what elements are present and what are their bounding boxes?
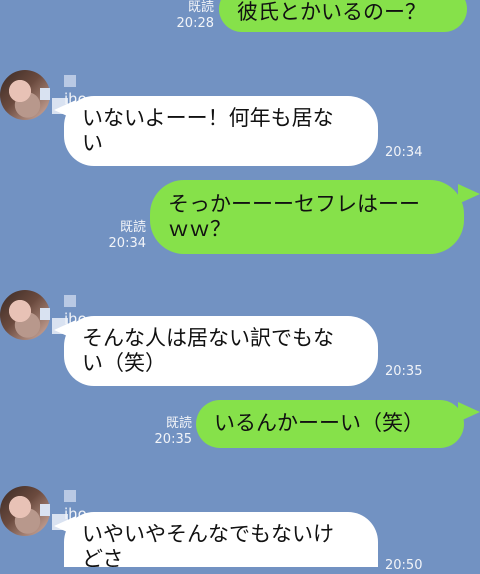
message-bubble[interactable]: そんな人は居ない訳でもな い（笑） (64, 316, 378, 386)
timestamp: 20:35 (385, 364, 423, 379)
read-status: 既読 20:34 (108, 220, 146, 251)
message-bubble[interactable]: いないよーー！何年も居な い (64, 96, 378, 166)
timestamp: 20:50 (385, 558, 423, 573)
message-bubble[interactable]: いるんかーーい（笑） (196, 400, 464, 448)
message-bubble[interactable]: そっかーーーセフレはーー ｗｗ？ (150, 180, 464, 254)
message-bubble[interactable]: いやいやそんなでもないけ どさ (64, 512, 378, 571)
message-bubble[interactable]: 彼氏とかいるのー？ (219, 0, 467, 32)
timestamp: 20:34 (385, 145, 423, 160)
read-status: 既読 20:28 (176, 0, 214, 31)
read-status: 既読 20:35 (154, 416, 192, 447)
